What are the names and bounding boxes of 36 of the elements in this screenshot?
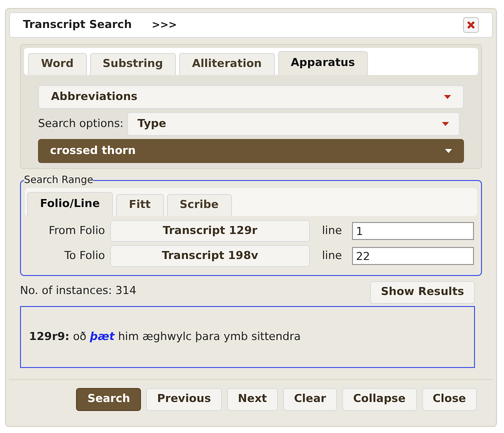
dialog-button[interactable]: Clear — [282, 388, 338, 411]
expand-toggle[interactable]: >>> — [152, 18, 177, 32]
tab[interactable]: Fitt — [116, 194, 164, 216]
tab[interactable]: Alliteration — [178, 53, 275, 75]
dialog-button[interactable]: Close — [422, 388, 477, 411]
show-results-button[interactable]: Show Results — [370, 281, 475, 304]
caret-icon — [442, 122, 449, 126]
dialog-button[interactable]: Next — [226, 388, 278, 411]
close-button[interactable] — [463, 17, 479, 33]
window-title: Transcript Search — [23, 16, 132, 33]
tab[interactable]: Scribe — [166, 194, 232, 216]
section-legend: Search Range — [24, 173, 94, 188]
dialog-button[interactable]: Previous — [146, 388, 222, 411]
field-label: From Folio — [48, 222, 106, 239]
line-input[interactable]: 1 — [352, 222, 474, 240]
dialog-button[interactable]: Search — [76, 388, 142, 411]
folio-button[interactable]: Transcript 198v — [110, 245, 310, 267]
instance-count: No. of instances: 314 — [20, 282, 136, 299]
caret-icon — [444, 95, 451, 99]
field-label: line — [322, 248, 343, 264]
dialog-button[interactable]: Collapse — [342, 388, 417, 411]
options-select[interactable]: Type — [126, 112, 460, 136]
folio-button[interactable]: Transcript 129r — [110, 220, 310, 242]
tab[interactable]: Apparatus — [278, 51, 368, 75]
tab[interactable]: Substring — [90, 53, 176, 75]
field-label: To Folio — [63, 248, 106, 264]
field-label: line — [322, 222, 343, 239]
field-label: Search options: — [38, 116, 124, 132]
value-dropdown[interactable]: crossed thorn — [38, 139, 464, 163]
tab[interactable]: Word — [28, 53, 87, 75]
category-select[interactable]: Abbreviations — [38, 85, 464, 109]
caret-icon — [445, 149, 452, 153]
close-icon — [467, 21, 475, 29]
result-line: 129r9: oð þæt him æghwylc þara ymb sittendra — [29, 328, 302, 345]
tab[interactable]: Folio/Line — [27, 192, 113, 216]
line-input[interactable]: 22 — [352, 247, 474, 265]
